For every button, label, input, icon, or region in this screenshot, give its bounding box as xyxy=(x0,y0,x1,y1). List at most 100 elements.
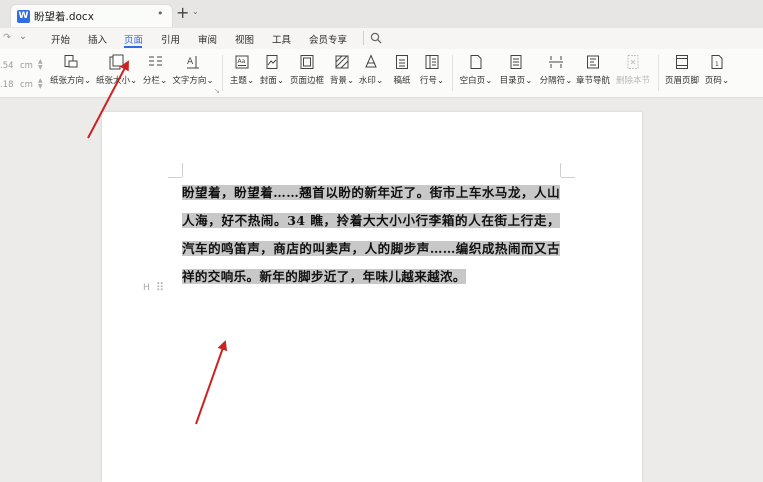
chevron-down-icon: ⌄ xyxy=(485,76,493,86)
separator-button[interactable]: 分隔符⌄ xyxy=(537,54,575,86)
chevron-down-icon: ⌄ xyxy=(246,76,255,86)
page-number-icon: 1 xyxy=(711,55,723,69)
cover-icon xyxy=(266,55,278,69)
columns-button[interactable]: 分栏⌄ xyxy=(141,54,169,86)
page-border-icon xyxy=(300,55,314,69)
page-number-button[interactable]: 1 页码⌄ xyxy=(704,54,730,86)
cover-button[interactable]: 封面⌄ xyxy=(258,54,286,86)
text-direction-label: 文字方向 xyxy=(172,76,207,86)
line-number-button[interactable]: 行号⌄ xyxy=(419,54,445,86)
crop-mark-left-horizontal xyxy=(168,177,182,178)
menu-insert[interactable]: 插入 xyxy=(88,32,107,46)
paper-size-label: 纸张大小 xyxy=(96,76,131,86)
orientation-button[interactable]: 纸张方向⌄ xyxy=(50,54,92,86)
quick-access-dropdown-icon[interactable]: ⌄ xyxy=(19,31,27,42)
menu-references[interactable]: 引用 xyxy=(161,32,180,46)
background-label: 背景 xyxy=(329,76,347,86)
title-bar: W 盼望着.docx • + ⌄ xyxy=(0,0,763,28)
crop-mark-left-vertical xyxy=(182,163,183,177)
cover-label: 封面 xyxy=(259,76,277,86)
new-tab-button[interactable]: + xyxy=(176,3,189,22)
ribbon-divider xyxy=(658,55,659,91)
menu-page[interactable]: 页面 xyxy=(124,32,143,46)
menu-home[interactable]: 开始 xyxy=(51,32,70,46)
draft-paper-button[interactable]: 稿纸 xyxy=(390,54,414,86)
line-number-icon xyxy=(425,55,439,69)
toc-page-label: 目录页 xyxy=(499,76,526,86)
spinner-arrows-icon[interactable]: ▲ ▼ xyxy=(38,59,43,71)
margin-top-value: .54 xyxy=(0,61,14,71)
columns-icon xyxy=(149,56,162,66)
svg-text:Aa: Aa xyxy=(238,58,246,65)
theme-button[interactable]: Aa 主题⌄ xyxy=(228,54,256,86)
header-footer-button[interactable]: 页眉页脚 xyxy=(664,54,700,86)
watermark-button[interactable]: 水印⌄ xyxy=(358,54,384,86)
menu-tools[interactable]: 工具 xyxy=(272,32,291,46)
chevron-down-icon: ⌄ xyxy=(721,76,730,86)
spinner-arrows-icon[interactable]: ▲ ▼ xyxy=(38,78,43,90)
crop-mark-right-horizontal xyxy=(561,177,575,178)
selected-text[interactable]: 盼望着，盼望着……翘首以盼的新年近了。街市上车水马龙，人山人海，好不热闹。34 … xyxy=(182,185,560,284)
page-border-button[interactable]: 页面边框 xyxy=(288,54,326,86)
chevron-down-icon: ⌄ xyxy=(436,76,445,86)
delete-section-button[interactable]: 删除本节 xyxy=(615,54,651,86)
line-number-label: 行号 xyxy=(419,76,437,86)
margin-top-unit: cm xyxy=(20,61,33,71)
chapter-nav-label: 章节导航 xyxy=(576,76,611,86)
chevron-down-icon: ⌄ xyxy=(346,76,355,86)
ribbon-divider xyxy=(452,55,453,91)
writer-app-icon: W xyxy=(17,10,30,23)
delete-section-icon xyxy=(627,55,639,69)
draft-paper-icon xyxy=(396,55,408,69)
chapter-nav-icon xyxy=(587,55,599,69)
chapter-nav-button[interactable]: 章节导航 xyxy=(576,54,610,86)
menu-divider xyxy=(363,31,364,45)
new-tab-dropdown-icon[interactable]: ⌄ xyxy=(192,7,199,16)
margin-bottom-value: .18 xyxy=(0,80,14,90)
page-border-label: 页面边框 xyxy=(289,76,324,86)
header-footer-icon xyxy=(676,55,688,69)
margin-bottom-spinner[interactable]: .18 cm ▲ ▼ xyxy=(0,78,46,92)
svg-text:1: 1 xyxy=(715,61,719,68)
chevron-down-icon: ⌄ xyxy=(375,76,384,86)
svg-text:A: A xyxy=(187,57,194,67)
redo-icon[interactable]: ↷ xyxy=(3,32,11,43)
blank-page-icon xyxy=(470,55,482,69)
active-menu-underline xyxy=(124,46,142,48)
chevron-down-icon: ⌄ xyxy=(159,76,168,86)
document-tab[interactable]: W 盼望着.docx • xyxy=(10,4,173,27)
delete-section-label: 删除本节 xyxy=(615,76,650,86)
dialog-launcher-icon[interactable]: ↘ xyxy=(214,87,220,95)
paragraph-heading-marker: H xyxy=(143,283,150,293)
orientation-label: 纸张方向 xyxy=(50,76,85,86)
search-icon[interactable] xyxy=(370,32,382,44)
menu-member[interactable]: 会员专享 xyxy=(309,32,347,46)
header-footer-label: 页眉页脚 xyxy=(664,76,699,86)
ribbon-divider xyxy=(222,55,223,91)
menu-view[interactable]: 视图 xyxy=(235,32,254,46)
draft-paper-label: 稿纸 xyxy=(393,76,411,86)
crop-mark-right-vertical xyxy=(560,163,561,177)
chevron-down-icon: ⌄ xyxy=(525,76,533,86)
columns-label: 分栏 xyxy=(142,76,160,86)
background-button[interactable]: 背景⌄ xyxy=(329,54,355,86)
separator-label: 分隔符 xyxy=(539,76,566,86)
chevron-down-icon: ⌄ xyxy=(84,76,92,86)
body-paragraph[interactable]: 盼望着，盼望着……翘首以盼的新年近了。街市上车水马龙，人山人海，好不热闹。34 … xyxy=(182,179,560,291)
unsaved-dot-icon[interactable]: • xyxy=(157,7,164,20)
theme-label: 主题 xyxy=(229,76,247,86)
margin-top-spinner[interactable]: .54 cm ▲ ▼ xyxy=(0,59,46,73)
toc-page-icon xyxy=(510,55,522,69)
chevron-down-icon: ⌄ xyxy=(130,76,138,86)
menu-review[interactable]: 审阅 xyxy=(198,32,217,46)
orientation-icon xyxy=(64,55,78,68)
toc-page-button[interactable]: 目录页⌄ xyxy=(498,54,534,86)
text-direction-button[interactable]: A 文字方向⌄ xyxy=(172,54,214,86)
paper-size-icon xyxy=(109,54,124,70)
watermark-icon xyxy=(365,54,377,68)
document-page[interactable] xyxy=(102,112,642,482)
text-direction-icon: A xyxy=(187,56,199,69)
blank-page-button[interactable]: 空白页⌄ xyxy=(458,54,494,86)
drag-handle-icon[interactable]: ⠿ xyxy=(156,281,164,294)
paper-size-button[interactable]: 纸张大小⌄ xyxy=(96,54,138,86)
